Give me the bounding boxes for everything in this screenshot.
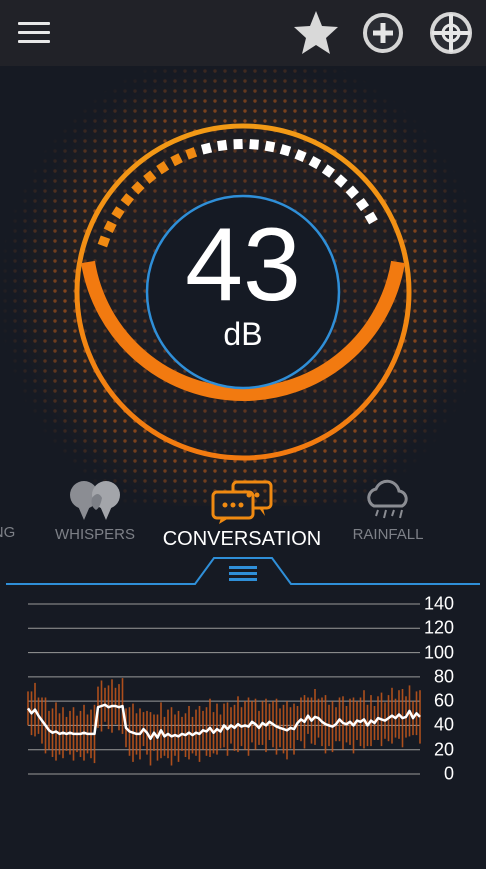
y-tick-label: 60 xyxy=(433,690,454,711)
gauge-tick xyxy=(264,140,276,153)
decibel-unit: dB xyxy=(223,316,263,352)
crosshair-icon[interactable] xyxy=(428,10,474,56)
y-tick-label: 140 xyxy=(423,593,454,614)
y-tick-label: 120 xyxy=(423,617,454,638)
decibel-value: 43 xyxy=(185,207,301,323)
y-tick-label: 20 xyxy=(433,739,454,760)
star-icon[interactable] xyxy=(292,8,340,56)
y-tick-label: 80 xyxy=(433,666,454,687)
preset-label: RAINFALL xyxy=(352,526,424,543)
preset-previous[interactable]: NG xyxy=(0,524,16,541)
hamburger-menu-icon[interactable] xyxy=(18,22,50,46)
preset-label: NG xyxy=(0,524,16,541)
preset-conversation[interactable]: CONVERSATION xyxy=(160,480,324,551)
gauge-tick xyxy=(217,139,228,152)
preset-label: WHISPERS xyxy=(54,526,135,543)
plus-circle-icon[interactable] xyxy=(362,12,404,54)
y-tick-label: 40 xyxy=(433,714,454,735)
gauge-tick xyxy=(233,138,243,150)
top-toolbar xyxy=(0,0,486,66)
whisper-icon xyxy=(70,481,120,520)
history-graph: 140 120 100 80 60 40 20 0 xyxy=(0,592,486,792)
preset-whispers[interactable]: WHISPERS xyxy=(40,478,150,543)
preset-carousel[interactable]: NG WHISPERS CONVERSATION xyxy=(0,478,486,558)
menu-handle-icon[interactable] xyxy=(222,560,262,584)
y-tick-label: 100 xyxy=(423,642,454,663)
preset-rainfall[interactable]: RAINFALL xyxy=(340,478,436,543)
conversation-icon xyxy=(211,480,273,524)
preset-label: CONVERSATION xyxy=(162,528,322,550)
history-divider xyxy=(6,557,480,585)
gauge-tick xyxy=(249,139,259,150)
y-tick-label: 0 xyxy=(443,763,454,784)
decibel-reading: 43 dB xyxy=(143,213,343,351)
rain-cloud-icon xyxy=(367,479,408,519)
